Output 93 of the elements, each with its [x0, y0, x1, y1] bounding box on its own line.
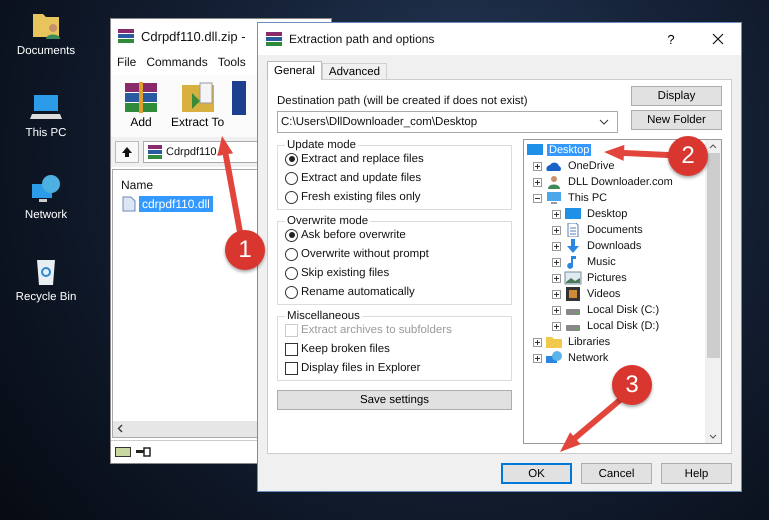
window-title: Cdrpdf110.dll.zip -: [141, 28, 246, 44]
destination-combo-box[interactable]: C:\Users\DllDownloader_com\Desktop: [277, 111, 618, 133]
expand-toggle[interactable]: [533, 338, 542, 346]
expand-toggle[interactable]: [533, 354, 542, 362]
tree-item[interactable]: OneDrive: [566, 160, 616, 172]
expand-toggle[interactable]: [552, 258, 561, 266]
help-button[interactable]: ?: [653, 30, 689, 48]
menu-item[interactable]: Commands: [146, 55, 208, 71]
destination-label: Destination path (will be created if does not exist): [277, 95, 529, 107]
chevron-down-icon[interactable]: [599, 119, 609, 125]
side-button[interactable]: Display: [631, 86, 722, 106]
books-icon: [147, 144, 163, 160]
desktop-icon-label[interactable]: This PC: [26, 127, 66, 139]
group-title: Miscellaneous: [286, 310, 361, 322]
side-button[interactable]: New Folder: [631, 110, 722, 130]
group-title: Overwrite mode: [286, 215, 370, 227]
tree-item[interactable]: Videos: [585, 288, 622, 300]
tree-item[interactable]: DLL Downloader.com: [566, 176, 675, 188]
tree-item[interactable]: Music: [585, 256, 618, 268]
desktop-icon-label[interactable]: Recycle Bin: [16, 291, 76, 303]
menu-item[interactable]: Tools: [218, 55, 246, 71]
dialog-button[interactable]: Cancel: [581, 463, 652, 484]
key-icon: [135, 447, 151, 457]
radio-button[interactable]: [285, 228, 298, 242]
radio-button[interactable]: [285, 248, 298, 260]
annotation-arrow: [560, 397, 623, 452]
tree-item[interactable]: Downloads: [585, 240, 644, 252]
tree-item[interactable]: Local Disk (D:): [585, 320, 662, 332]
annotation-arrow: [604, 144, 671, 161]
film-icon: [564, 287, 582, 301]
collapse-toggle[interactable]: [533, 194, 542, 202]
books-icon: [117, 28, 135, 44]
tree-item[interactable]: Network: [566, 352, 610, 364]
tree-item[interactable]: Local Disk (C:): [585, 304, 662, 316]
option-label[interactable]: Display files in Explorer: [301, 362, 421, 374]
radio-button[interactable]: [285, 286, 298, 298]
books-icon: [265, 31, 283, 47]
option-label[interactable]: Ask before overwrite: [301, 229, 406, 241]
expand-toggle[interactable]: [533, 178, 542, 186]
expand-toggle[interactable]: [552, 210, 561, 218]
expand-toggle[interactable]: [552, 290, 561, 298]
tree-item[interactable]: Documents: [585, 224, 645, 236]
option-label[interactable]: Keep broken files: [301, 343, 390, 355]
desktop-icon-label[interactable]: Network: [24, 209, 68, 221]
tree-item[interactable]: Desktop: [585, 208, 630, 220]
toolbar-button[interactable]: Extract To: [169, 79, 226, 133]
expand-toggle[interactable]: [552, 226, 561, 234]
desktop-icon-label[interactable]: Documents: [16, 45, 76, 57]
file-icon: [122, 196, 136, 212]
radio-button[interactable]: [285, 172, 298, 184]
monitor-icon: [526, 143, 544, 157]
chevron-down-icon[interactable]: [709, 434, 717, 439]
dialog-button[interactable]: OK: [501, 463, 572, 484]
expand-toggle[interactable]: [533, 162, 542, 170]
dialog-title: Extraction path and options: [289, 32, 436, 46]
expand-toggle[interactable]: [552, 242, 561, 250]
tree-item[interactable]: Libraries: [566, 336, 612, 348]
dialog-button[interactable]: Help: [661, 463, 732, 484]
tab[interactable]: Advanced: [322, 63, 388, 79]
expand-toggle[interactable]: [552, 322, 561, 330]
expand-toggle[interactable]: [552, 306, 561, 314]
tab[interactable]: General: [267, 61, 322, 80]
option-label[interactable]: Fresh existing files only: [301, 191, 421, 203]
monitor-icon: [564, 207, 582, 221]
radio-button[interactable]: [285, 152, 298, 166]
up-folder-button[interactable]: [115, 141, 139, 163]
person-icon: [545, 175, 563, 189]
save-settings-button[interactable]: Save settings: [277, 390, 512, 410]
close-icon: [712, 33, 724, 45]
book-icon[interactable]: [232, 81, 246, 115]
chevron-up-icon[interactable]: [709, 144, 717, 149]
checkbox[interactable]: [285, 342, 298, 356]
tree-item[interactable]: Pictures: [585, 272, 629, 284]
computer-icon: [545, 191, 563, 205]
option-label[interactable]: Overwrite without prompt: [301, 248, 429, 260]
menu-item[interactable]: File: [117, 55, 136, 71]
arrow-up-icon: [121, 146, 133, 158]
drive-icon: [115, 447, 131, 457]
option-label[interactable]: Extract and update files: [301, 172, 422, 184]
down-arrow-icon: [564, 239, 582, 253]
option-label[interactable]: Skip existing files: [301, 267, 390, 279]
chevron-left-icon[interactable]: [117, 424, 123, 433]
radio-button[interactable]: [285, 190, 298, 204]
option-label[interactable]: Rename automatically: [301, 286, 415, 298]
checkbox[interactable]: [285, 362, 298, 374]
folder-icon: [545, 335, 563, 349]
toolbar-button[interactable]: Add: [119, 79, 163, 133]
globe-icon: [545, 351, 563, 365]
radio-button[interactable]: [285, 266, 298, 280]
tree-item[interactable]: This PC: [566, 192, 610, 204]
vertical-scrollbar[interactable]: [705, 140, 721, 443]
picture-icon: [564, 271, 582, 285]
expand-toggle[interactable]: [552, 274, 561, 282]
